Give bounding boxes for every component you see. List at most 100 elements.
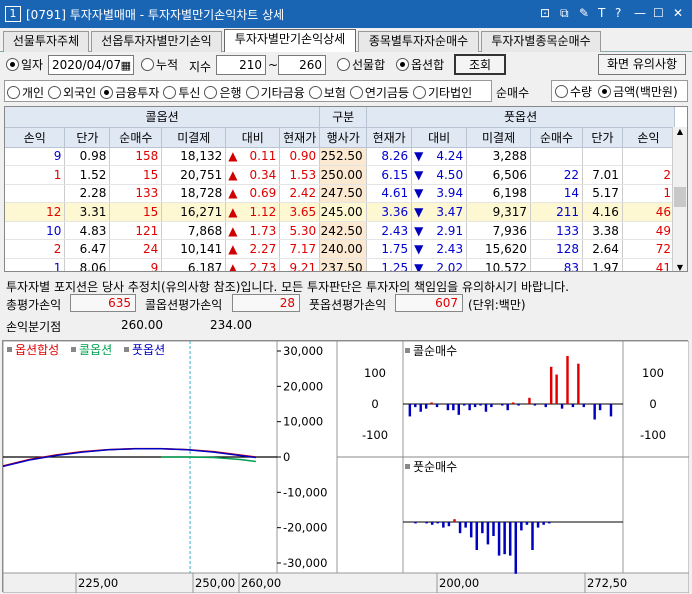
investor-radio[interactable]: 은행	[204, 84, 242, 101]
put-bar	[414, 522, 417, 524]
column-header: 손익	[622, 127, 676, 148]
futures-sum-radio[interactable]: 선물합	[337, 56, 385, 73]
investor-radio[interactable]: 기타법인	[413, 84, 472, 101]
investor-radio[interactable]: 연기금등	[349, 84, 410, 101]
restore-icon[interactable]: ⧉	[560, 6, 569, 21]
notice-button[interactable]: 화면 유의사항	[598, 54, 686, 75]
investor-radio[interactable]: 투신	[163, 84, 200, 101]
down-arrow-icon: ▼	[414, 260, 424, 272]
tab-option-expiry-pl[interactable]: 선옵투자자별만기손익	[91, 31, 222, 52]
help-icon[interactable]: ?	[615, 6, 621, 20]
date-input[interactable]: 2020/04/07 ▦	[48, 55, 134, 75]
cell-p-oi: 6,506	[466, 165, 532, 185]
investor-radio[interactable]: 기타금융	[245, 84, 305, 101]
table-scrollbar[interactable]: ▲ ▼	[672, 127, 687, 271]
cell-p-cur: 6.15	[366, 165, 413, 185]
tab-investor-stock-net[interactable]: 투자자별종목순매수	[481, 31, 601, 52]
scroll-thumb[interactable]	[674, 187, 686, 207]
cell-p-oi: 3,288	[466, 147, 532, 167]
tab-stock-investor-net[interactable]: 종목별투자자순매수	[358, 31, 479, 52]
cell-p-oi: 7,936	[466, 221, 532, 241]
investor-label: 보험	[323, 86, 346, 100]
up-arrow-icon: ▲	[228, 242, 238, 257]
tilde: ~	[268, 58, 279, 72]
net-buy-label: 순매수	[496, 86, 530, 100]
investor-radio[interactable]: 개인	[7, 84, 44, 101]
cell-strike: 245.00	[319, 202, 368, 222]
cell-c-chg: ▲ 2.27	[225, 239, 281, 260]
options-table-frame: 콜옵션 구분 풋옵션 손익 단가 순매수 미결제 대비 현재가 행사가 현재가 대비 미결제 순매수…	[4, 106, 688, 272]
investor-radio[interactable]: 외국인	[48, 84, 96, 101]
investor-label: 외국인	[63, 86, 97, 100]
cell-c-oi: 20,751	[161, 165, 227, 185]
call-right-tick: 0	[649, 397, 656, 411]
legend-label: 옵션합성	[15, 343, 59, 357]
table-body: 9 0.98 158 18,132 ▲ 0.11 0.90 252.50 8.26 ▼ 4.24 3,…	[5, 147, 676, 272]
call-bar	[435, 404, 439, 408]
futures-sum-label: 선물합	[352, 58, 386, 72]
minimize-icon[interactable]: —	[634, 6, 646, 20]
table-row[interactable]: 2 6.47 24 10,141 ▲ 2.27 7.17 240.00 1.75 ▼ 2.43 15,…	[5, 239, 676, 260]
table-row[interactable]: 1 1.52 15 20,751 ▲ 0.34 1.53 250.00 6.15 ▼ 4.50 6,5…	[5, 165, 676, 185]
table-row[interactable]: 10 4.83 121 7,868 ▲ 1.73 5.30 242.50 2.43 ▼ 2.91 7,…	[5, 221, 676, 241]
put-bar	[442, 522, 445, 528]
link-icon[interactable]: ⊡	[540, 6, 550, 20]
investor-label: 연기금등	[364, 86, 410, 100]
radio-dot	[349, 86, 363, 99]
font-icon[interactable]: T	[598, 6, 605, 20]
table-row[interactable]: 1 8.06 9 6,187 ▲ 2.73 9.21 237.50 1.25 ▼ 2.02 10,57…	[5, 258, 676, 272]
radio-dot	[7, 86, 20, 99]
qty-radio[interactable]: 수량	[555, 83, 592, 100]
cell-p-oi: 6,198	[466, 184, 532, 204]
window-number: 1	[5, 6, 21, 22]
tab-futures-investor[interactable]: 선물투자주체	[3, 31, 89, 52]
cell-c-oi: 10,141	[161, 239, 227, 260]
cell-strike: 240.00	[319, 239, 368, 260]
down-arrow-icon: ▼	[414, 205, 424, 220]
call-bar	[549, 366, 553, 404]
option-sum-radio[interactable]: 옵션합	[396, 56, 444, 73]
x-tick-label: 260,00	[241, 576, 281, 590]
unit-label: (단위:백만)	[468, 298, 526, 312]
call-bar	[430, 402, 433, 404]
tab-expiry-pl-detail[interactable]: 투자자별만기손익상세	[224, 29, 356, 53]
put-header: 풋옵션	[366, 107, 675, 128]
investor-radio[interactable]: 금융투자	[100, 84, 159, 101]
index-from-input[interactable]: 210	[216, 55, 266, 75]
cell-p-chg: ▼ 3.94	[411, 184, 468, 204]
cell-c-cur: 1.53	[279, 165, 321, 185]
query-button[interactable]: 조회	[454, 54, 506, 75]
investor-radio[interactable]: 보험	[308, 84, 346, 101]
cell-p-pl: 72	[622, 239, 676, 260]
put-legend-marker	[405, 464, 410, 469]
call-header: 콜옵션	[5, 107, 321, 128]
investor-label: 기타금융	[260, 86, 305, 100]
radio-dot	[163, 86, 177, 99]
put-bar	[469, 522, 473, 538]
y-tick-label: 10,000	[283, 415, 323, 429]
pin-icon[interactable]: ✎	[579, 6, 589, 20]
close-icon[interactable]: ✕	[673, 6, 683, 20]
call-bar	[414, 404, 417, 408]
y-tick-label: -10,000	[283, 485, 327, 499]
cell-p-pl: 49	[622, 221, 676, 241]
table-row[interactable]: 2.28 133 18,728 ▲ 0.69 2.42 247.50 4.61 ▼ 3.94 6,1…	[5, 184, 676, 204]
amount-radio[interactable]: 금액(백만원)	[598, 83, 678, 100]
calendar-icon[interactable]: ▦	[121, 57, 131, 75]
index-to-input[interactable]: 260	[278, 55, 326, 75]
scroll-up-icon[interactable]: ▲	[673, 127, 687, 139]
table-row[interactable]: 9 0.98 158 18,132 ▲ 0.11 0.90 252.50 8.26 ▼ 4.24 3,…	[5, 147, 676, 167]
call-bar	[452, 404, 455, 411]
legend-label: 콜옵션	[79, 343, 112, 357]
amount-label: 금액(백만원)	[613, 84, 678, 99]
y-tick-label: 30,000	[283, 344, 323, 358]
scroll-down-icon[interactable]: ▼	[673, 263, 687, 271]
breakeven-value-2: 234.00	[210, 318, 252, 332]
date-radio[interactable]: 일자	[6, 56, 43, 73]
table-row[interactable]: 12 3.31 15 16,271 ▲ 1.12 3.65 245.00 3.36 ▼ 3.47 9,…	[5, 202, 676, 222]
cumulative-radio[interactable]: 누적	[141, 56, 178, 73]
put-bar	[514, 522, 518, 574]
maximize-icon[interactable]: ☐	[653, 6, 664, 20]
date-label: 일자	[21, 58, 44, 72]
put-bar	[508, 522, 512, 556]
